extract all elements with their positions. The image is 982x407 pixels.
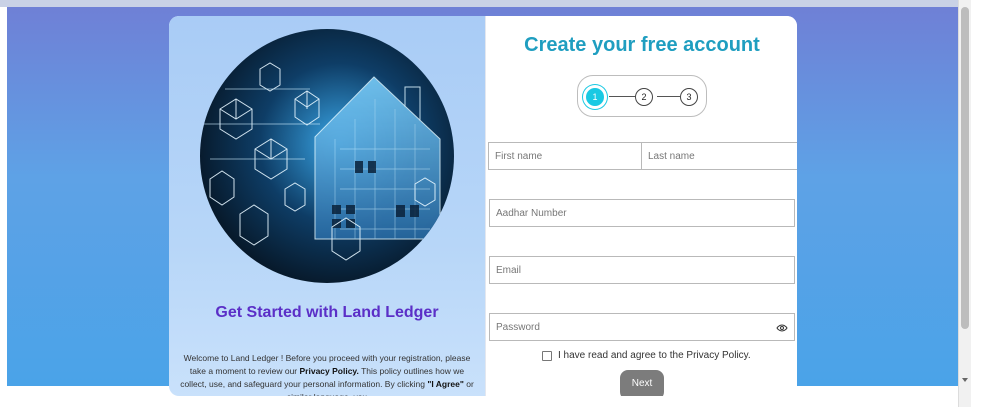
scrollbar[interactable] — [958, 0, 971, 407]
step-connector-1 — [609, 96, 635, 97]
privacy-agree[interactable]: I have read and agree to the Privacy Pol… — [542, 350, 751, 361]
left-title: Get Started with Land Ledger — [215, 304, 439, 321]
aadhar-field[interactable] — [489, 199, 795, 227]
aadhar-input[interactable] — [494, 206, 794, 220]
step-connector-2 — [657, 96, 680, 97]
first-name-field[interactable] — [488, 142, 642, 170]
scroll-down-icon[interactable] — [962, 378, 968, 382]
step-3[interactable]: 3 — [680, 88, 698, 106]
right-gutter — [971, 0, 982, 407]
hero-image — [200, 29, 454, 283]
password-input[interactable] — [494, 320, 794, 334]
last-name-field[interactable] — [641, 142, 797, 170]
privacy-policy-link[interactable]: Privacy Policy. — [300, 366, 359, 376]
left-panel: Get Started with Land Ledger Welcome to … — [169, 16, 485, 396]
agree-checkbox[interactable] — [542, 350, 552, 361]
right-panel: Create your free account 1 2 3 First nam… — [485, 16, 797, 396]
i-agree-text: "I Agree" — [427, 379, 464, 389]
stepper: 1 2 3 — [577, 75, 707, 117]
last-name-input[interactable] — [646, 149, 797, 163]
step-2[interactable]: 2 — [635, 88, 653, 106]
eye-icon[interactable] — [776, 322, 788, 334]
house-illustration — [200, 29, 454, 283]
browser-top-strip — [0, 0, 958, 7]
email-input[interactable] — [494, 263, 794, 277]
next-button[interactable]: Next — [620, 370, 664, 396]
privacy-intro: Welcome to Land Ledger ! Before you proc… — [178, 352, 476, 396]
step-1[interactable]: 1 — [586, 88, 604, 106]
password-field[interactable] — [489, 313, 795, 341]
email-field[interactable] — [489, 256, 795, 284]
signup-card: Get Started with Land Ledger Welcome to … — [169, 16, 797, 396]
first-name-input[interactable] — [493, 149, 641, 163]
viewport: Get Started with Land Ledger Welcome to … — [0, 0, 982, 407]
scroll-thumb[interactable] — [961, 7, 969, 329]
agree-label: I have read and agree to the Privacy Pol… — [558, 350, 751, 361]
form-title: Create your free account — [524, 34, 760, 56]
